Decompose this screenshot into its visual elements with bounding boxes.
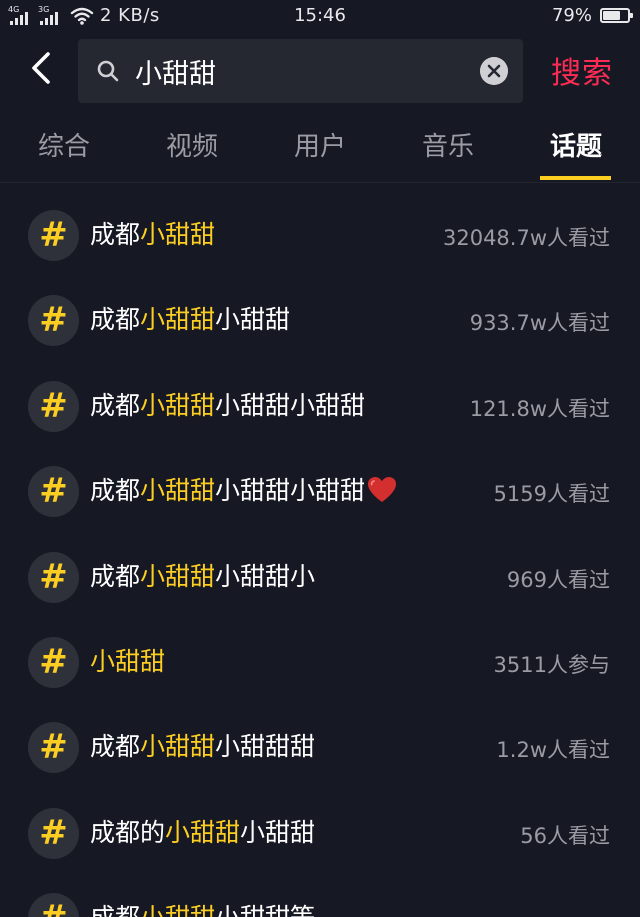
- topic-view-count: 1.2w人看过: [496, 738, 610, 763]
- topic-view-count: 121.8w人看过: [469, 396, 610, 421]
- topic-view-count: 933.7w人看过: [469, 311, 610, 336]
- back-icon[interactable]: [22, 48, 62, 88]
- topic-row[interactable]: # 成都小甜甜小甜甜甜 1.2w人看过: [0, 706, 640, 791]
- hashtag-icon: #: [28, 722, 79, 774]
- divider: [0, 182, 640, 183]
- search-box[interactable]: [78, 39, 523, 103]
- hashtag-icon: #: [28, 551, 79, 603]
- search-button[interactable]: 搜索: [551, 48, 613, 92]
- status-time: 15:46: [294, 5, 346, 26]
- search-icon: [97, 60, 119, 82]
- hashtag-icon: #: [28, 807, 79, 859]
- topic-title: 成都小甜甜小甜甜甜: [90, 732, 316, 762]
- clear-icon[interactable]: [480, 57, 508, 85]
- hashtag-icon: #: [28, 295, 79, 347]
- topic-title-highlight: 小甜甜: [140, 476, 216, 506]
- topic-title-highlight: 小甜甜: [140, 220, 216, 249]
- tab-videos[interactable]: 视频: [142, 126, 242, 163]
- topic-title-highlight: 小甜甜: [165, 817, 241, 847]
- topic-title: 成都小甜甜: [90, 220, 216, 249]
- topic-title: 成都的小甜甜小甜甜: [90, 817, 316, 847]
- topic-title: 成都小甜甜小甜甜: [90, 305, 291, 335]
- topic-view-count: 32048.7w人看过: [442, 226, 610, 250]
- hashtag-icon: #: [28, 210, 79, 261]
- topic-participant-count: 3511人参与: [493, 652, 610, 677]
- topic-title: 成都小甜甜小甜甜小甜甜: [90, 475, 397, 507]
- topic-view-count: 5159人看过: [493, 482, 610, 507]
- battery-fill: [603, 11, 621, 20]
- hashtag-icon: #: [28, 893, 79, 917]
- topic-row[interactable]: # 成都的小甜甜小甜甜 56人看过: [0, 792, 640, 877]
- status-right: 79%: [551, 5, 633, 26]
- topic-title-highlight: 小甜甜: [140, 732, 216, 762]
- topic-title-highlight: 小甜甜: [90, 646, 166, 676]
- topic-row[interactable]: # 成都小甜甜小甜甜小甜甜 121.8w人看过: [0, 365, 640, 450]
- tab-comprehensive[interactable]: 综合: [14, 126, 114, 163]
- topic-title-highlight: 小甜甜: [140, 561, 216, 591]
- topic-results-list: # 成都小甜甜 32048.7w人看过 # 成都小甜甜小甜甜 933.7w人看过…: [0, 194, 640, 917]
- status-bar: 4G 3G 2 KB/s 15:46 79%: [0, 0, 640, 32]
- topic-view-count: 969人看过: [506, 567, 610, 592]
- topic-row[interactable]: # 成都小甜甜小甜甜小甜甜 5159人看过: [0, 450, 640, 535]
- battery-percent: 79%: [551, 5, 592, 26]
- tab-users[interactable]: 用户: [270, 126, 370, 163]
- topic-row[interactable]: # 成都小甜甜小甜甜 933.7w人看过: [0, 279, 640, 364]
- topic-title-highlight: 小甜甜: [140, 903, 215, 917]
- topic-title: 小甜甜: [90, 646, 165, 678]
- topic-row[interactable]: # 成都小甜甜小甜甜等: [0, 877, 640, 917]
- active-tab-indicator: [540, 176, 611, 180]
- battery-icon: [600, 8, 633, 23]
- topic-title: 成都小甜甜小甜甜小: [90, 561, 316, 591]
- topic-row[interactable]: # 小甜甜 3511人参与: [0, 621, 640, 706]
- tab-bar: 综合 视频 用户 音乐 话题: [0, 118, 640, 180]
- topic-title: 成都小甜甜小甜甜小甜甜: [90, 390, 366, 420]
- topic-view-count: 56人看过: [520, 823, 610, 848]
- topic-row[interactable]: # 成都小甜甜小甜甜小 969人看过: [0, 536, 640, 621]
- tab-music[interactable]: 音乐: [398, 126, 498, 163]
- heart-emoji-icon: [368, 477, 397, 503]
- topic-title-highlight: 小甜甜: [140, 305, 216, 335]
- topic-title-highlight: 小甜甜: [140, 390, 216, 420]
- search-input[interactable]: [135, 51, 465, 91]
- tab-topics[interactable]: 话题: [526, 126, 626, 163]
- hashtag-icon: #: [28, 636, 79, 688]
- topic-row[interactable]: # 成都小甜甜 32048.7w人看过: [0, 194, 640, 279]
- hashtag-icon: #: [28, 466, 79, 518]
- hashtag-icon: #: [28, 380, 79, 432]
